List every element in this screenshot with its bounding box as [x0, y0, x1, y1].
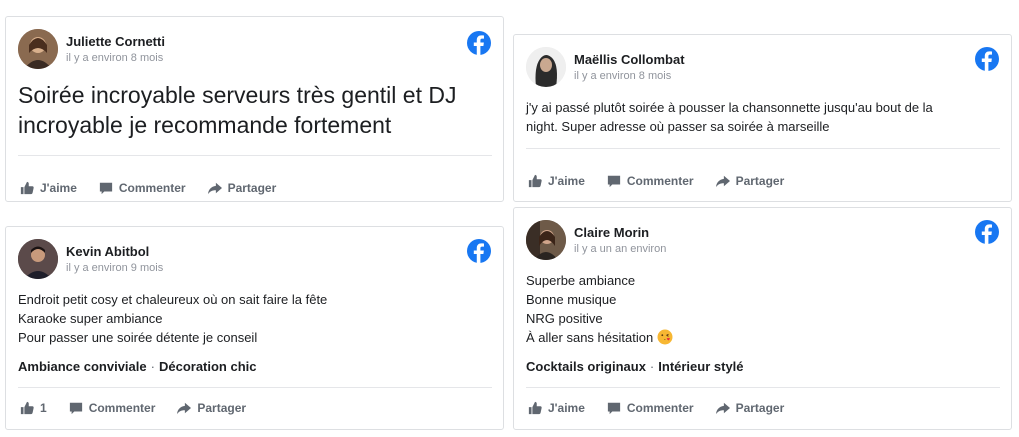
thumbs-up-icon	[20, 401, 34, 415]
review-text-line-with-emoji: À aller sans hésitation	[526, 328, 673, 350]
comment-button[interactable]: Commenter	[607, 401, 694, 415]
kissing-face-emoji-icon	[657, 329, 673, 350]
share-label: Partager	[197, 401, 247, 415]
review-text-line: j'y ai passé plutôt soirée à pousser la …	[526, 100, 933, 115]
facebook-icon[interactable]	[975, 47, 999, 71]
review-text-line: Soirée incroyable serveurs très gentil e…	[18, 82, 457, 108]
review-text: j'y ai passé plutôt soirée à pousser la …	[526, 98, 933, 136]
reviewer-name[interactable]: Juliette Cornetti	[66, 34, 165, 49]
review-time[interactable]: il y a environ 8 mois	[574, 70, 671, 82]
like-label: J'aime	[40, 181, 77, 195]
reviewer-name[interactable]: Maëllis Collombat	[574, 52, 685, 67]
review-text: Superbe ambiance Bonne musique NRG posit…	[526, 271, 673, 350]
avatar[interactable]	[526, 220, 566, 260]
thumbs-up-icon	[528, 174, 542, 188]
comment-label: Commenter	[118, 181, 186, 195]
tag-separator: ·	[150, 359, 155, 374]
review-time[interactable]: il y a environ 8 mois	[66, 52, 163, 64]
review-text-line: À aller sans hésitation	[526, 330, 654, 345]
divider	[526, 148, 1000, 149]
divider	[526, 387, 1000, 388]
tag-separator: ·	[649, 359, 655, 374]
share-button[interactable]: Partager	[207, 181, 277, 195]
share-icon	[177, 402, 192, 415]
avatar[interactable]	[18, 29, 58, 69]
review-actions: J'aime Commenter Partager	[528, 401, 806, 415]
review-text: Endroit petit cosy et chaleureux où on s…	[18, 290, 327, 347]
like-label: J'aime	[548, 174, 585, 188]
review-text: Soirée incroyable serveurs très gentil e…	[18, 80, 456, 140]
share-label: Partager	[735, 174, 785, 188]
divider	[18, 155, 492, 156]
comment-button[interactable]: Commenter	[99, 181, 186, 195]
thumbs-up-icon	[528, 401, 542, 415]
review-tag: Intérieur stylé	[658, 359, 744, 374]
comment-button[interactable]: Commenter	[69, 401, 156, 415]
review-actions: 1 Commenter Partager	[20, 401, 268, 415]
review-time[interactable]: il y a environ 9 mois	[66, 262, 163, 274]
like-label: J'aime	[548, 401, 585, 415]
comment-label: Commenter	[626, 174, 694, 188]
review-tags: Cocktails originaux · Intérieur stylé	[526, 359, 744, 374]
comment-icon	[69, 402, 82, 415]
share-icon	[715, 175, 730, 188]
like-button[interactable]: 1	[20, 401, 47, 415]
like-count: 1	[40, 401, 47, 415]
facebook-icon[interactable]	[975, 220, 999, 244]
reviewer-name[interactable]: Kevin Abitbol	[66, 244, 149, 259]
review-tag: Cocktails originaux	[526, 359, 646, 374]
share-label: Partager	[735, 401, 785, 415]
comment-icon	[607, 175, 621, 188]
review-text-line: night. Super adresse où passer sa soirée…	[526, 119, 830, 134]
review-time[interactable]: il y a un an environ	[574, 243, 666, 255]
share-button[interactable]: Partager	[715, 174, 785, 188]
review-actions: J'aime Commenter Partager	[20, 181, 298, 195]
comment-icon	[607, 402, 621, 415]
share-label: Partager	[227, 181, 277, 195]
review-tag: Ambiance conviviale	[18, 359, 147, 374]
share-icon	[715, 402, 730, 415]
review-text-line: Superbe ambiance	[526, 273, 636, 288]
avatar[interactable]	[18, 239, 58, 279]
like-button[interactable]: J'aime	[528, 401, 585, 415]
thumbs-up-icon	[20, 181, 34, 195]
share-icon	[207, 182, 222, 195]
review-tag: Décoration chic	[158, 359, 257, 374]
review-card: Kevin Abitbol il y a environ 9 mois Endr…	[5, 226, 504, 430]
review-tags: Ambiance conviviale · Décoration chic	[18, 359, 257, 374]
review-text-line: Bonne musique	[526, 292, 617, 307]
review-text-line: NRG positive	[526, 311, 603, 326]
review-text-line: incroyable je recommande fortement	[18, 112, 392, 138]
review-card: Juliette Cornetti il y a environ 8 mois …	[5, 16, 504, 202]
review-actions: J'aime Commenter Partager	[528, 174, 806, 188]
reviewer-name[interactable]: Claire Morin	[574, 225, 649, 240]
comment-icon	[99, 182, 113, 195]
review-text-line: Endroit petit cosy et chaleureux où on s…	[18, 292, 328, 307]
divider	[18, 387, 492, 388]
review-card: Maëllis Collombat il y a environ 8 mois …	[513, 34, 1012, 202]
review-card: Claire Morin il y a un an environ Superb…	[513, 207, 1012, 430]
comment-label: Commenter	[88, 401, 156, 415]
like-button[interactable]: J'aime	[20, 181, 77, 195]
share-button[interactable]: Partager	[177, 401, 246, 415]
avatar[interactable]	[526, 47, 566, 87]
comment-button[interactable]: Commenter	[607, 174, 694, 188]
review-text-line: Pour passer une soirée détente je consei…	[18, 330, 258, 345]
like-button[interactable]: J'aime	[528, 174, 585, 188]
comment-label: Commenter	[626, 401, 694, 415]
facebook-icon[interactable]	[467, 31, 491, 55]
facebook-icon[interactable]	[467, 239, 491, 263]
share-button[interactable]: Partager	[715, 401, 785, 415]
review-text-line: Karaoke super ambiance	[18, 311, 163, 326]
